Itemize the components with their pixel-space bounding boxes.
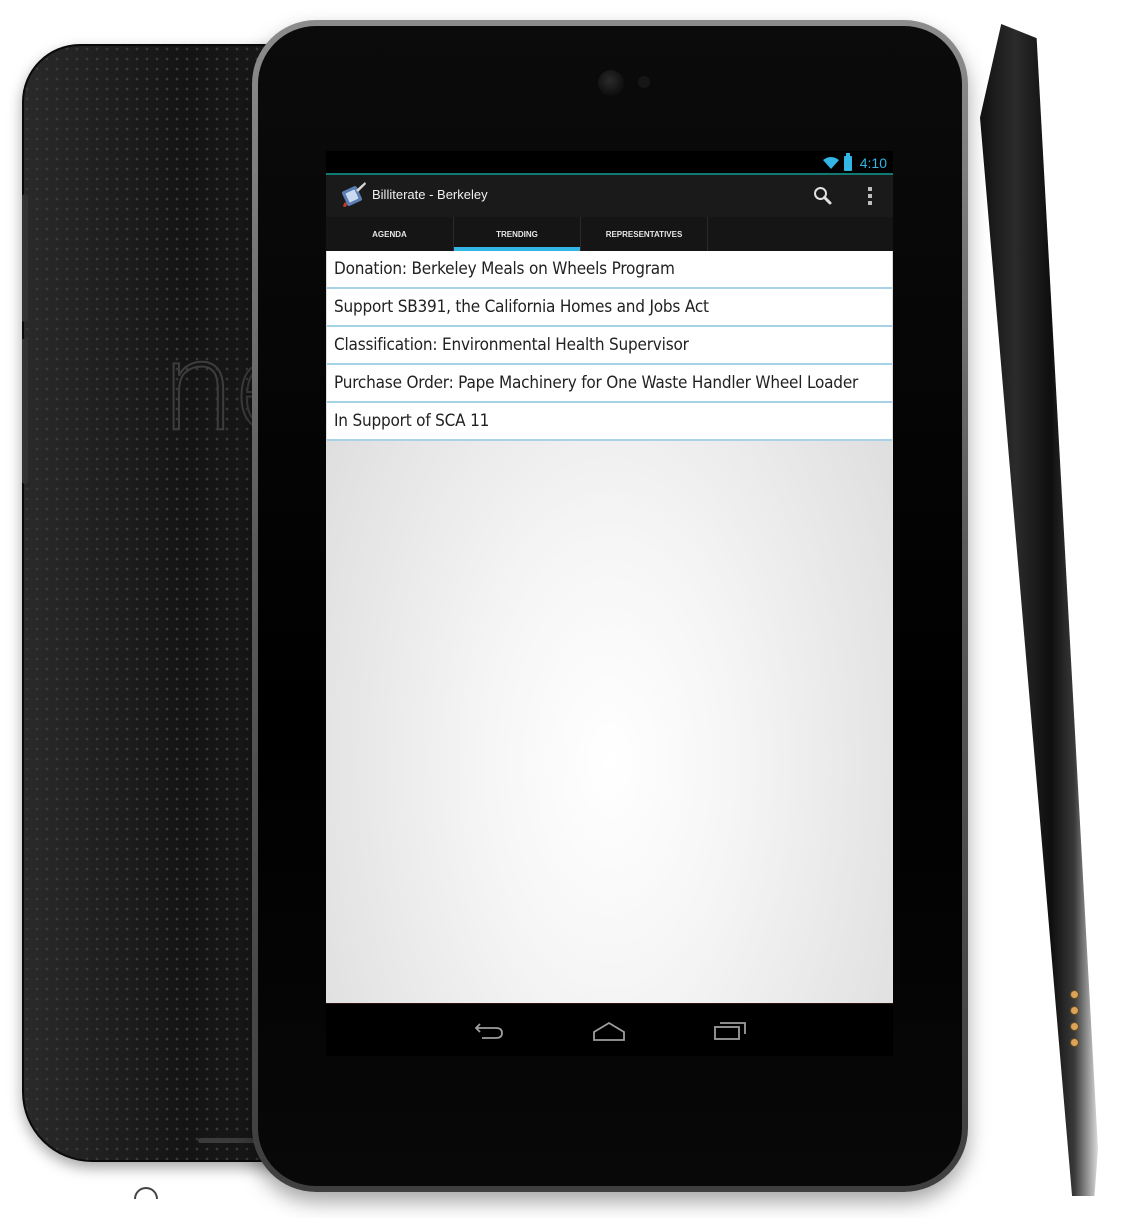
home-icon[interactable] [592,1020,626,1042]
status-icons: 4:10 [822,152,887,173]
list-item[interactable]: Classification: Environmental Health Sup… [327,327,892,365]
list-item[interactable]: Donation: Berkeley Meals on Wheels Progr… [327,251,892,289]
headphone-port [134,1187,158,1199]
wifi-icon [822,157,839,169]
recent-apps-icon[interactable] [712,1018,748,1042]
battery-icon [843,152,852,171]
list-item[interactable]: Purchase Order: Pape Machinery for One W… [327,365,892,403]
list-item[interactable]: Support SB391, the California Homes and … [327,289,892,327]
status-time: 4:10 [859,155,887,171]
front-camera [598,70,624,96]
trending-list: Donation: Berkeley Meals on Wheels Progr… [326,251,893,1003]
tab-representatives[interactable]: REPRESENTATIVES [581,217,708,251]
search-icon[interactable] [812,185,834,207]
volume-buttons [22,194,28,484]
pogo-pin [1070,1022,1079,1031]
tab-trending[interactable]: TRENDING [454,217,581,251]
list-item[interactable]: In Support of SCA 11 [327,403,892,441]
light-sensor [638,76,650,88]
back-icon[interactable] [472,1018,506,1042]
pogo-pin [1070,990,1079,999]
billiterate-app-icon[interactable] [338,180,368,210]
app-title: Billiterate - Berkeley [372,187,488,202]
product-photo: nex 4:10 [0,0,1137,1218]
pogo-pin [1070,1038,1079,1047]
navigation-bar [326,1003,893,1056]
action-bar: Billiterate - Berkeley [326,175,893,217]
pogo-pin [1070,1006,1079,1015]
status-bar: 4:10 [326,151,893,175]
device-screen: 4:10 Billiterate - Berkeley AGENDA TREND… [326,151,893,1056]
tablet-side [980,24,1098,1196]
pogo-pins [1068,990,1080,1060]
tab-bar: AGENDA TRENDING REPRESENTATIVES [326,217,893,251]
overflow-menu-icon[interactable] [866,187,874,207]
tab-agenda[interactable]: AGENDA [326,217,454,251]
tab-bar-spacer [708,217,893,251]
